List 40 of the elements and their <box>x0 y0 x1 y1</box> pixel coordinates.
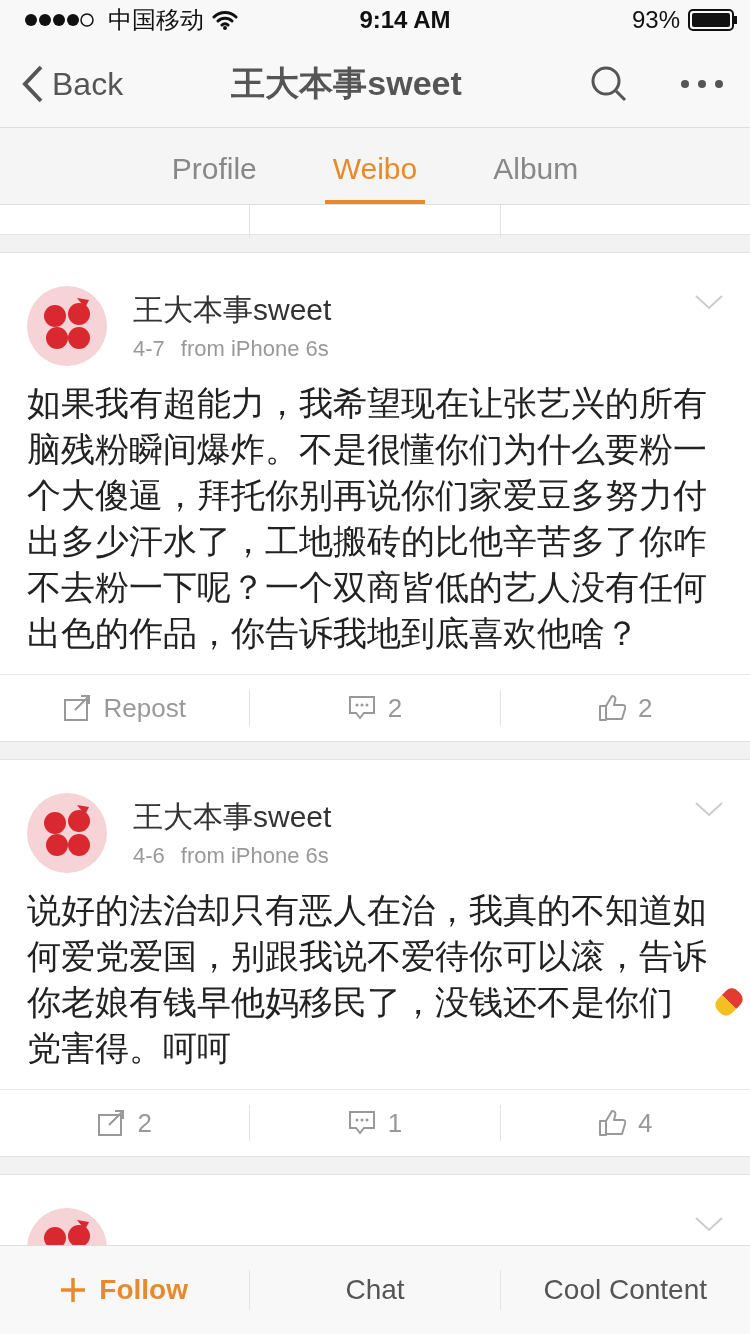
carrier-name: 中国移动 <box>108 5 204 35</box>
tab[interactable]: Album <box>485 134 587 204</box>
battery-percent: 93% <box>631 5 680 35</box>
action-button[interactable]: 2 <box>250 687 500 729</box>
more-icon[interactable] <box>680 78 724 89</box>
post-text: 党害得。呵呵 <box>27 1028 232 1069</box>
post-date: 4-6 <box>133 842 165 870</box>
comment-icon <box>347 694 376 722</box>
wifi-icon <box>212 10 238 30</box>
share-icon <box>63 694 92 722</box>
action-button[interactable]: 1 <box>250 1102 500 1144</box>
plus-icon <box>61 1278 86 1302</box>
search-icon[interactable] <box>590 64 628 103</box>
chevron-left-icon <box>22 64 44 103</box>
action-button[interactable]: 2 <box>0 1102 250 1144</box>
post-text: 说好的法治却只有恶人在治，我真的不知道如何爱党爱国，别跟我说不爱待你可以滚，告诉你老娘有钱早他妈移民了，没钱还不是你们 <box>27 890 708 1023</box>
chevron-down-icon[interactable] <box>694 294 724 310</box>
tab[interactable]: Profile <box>163 134 265 204</box>
page-title: 王大本事sweet <box>230 63 463 104</box>
share-icon <box>97 1109 126 1137</box>
post-source: from iPhone 6s <box>180 842 329 870</box>
bottom-tab[interactable]: Cool Content <box>500 1268 750 1312</box>
back-button[interactable]: Back <box>22 59 124 108</box>
thumbs-up-icon <box>598 694 627 722</box>
action-button[interactable]: 2 <box>500 687 750 729</box>
chevron-down-icon[interactable] <box>694 801 724 817</box>
author-name: 王大本事sweet <box>133 293 332 326</box>
post-text: 如果我有超能力，我希望现在让张艺兴的所有脑残粉瞬间爆炸。不是很懂你们为什么要粉一个大傻逼，拜托你别再说你们家爱豆多努力付出多少汗水了，工地搬砖的比他辛苦多了你咋不去粉一下呢？一个双商皆低的艺人没有任何出色的作品，你告诉我地到底喜欢他啥？ <box>27 383 708 654</box>
action-button[interactable]: Repost <box>0 687 250 729</box>
chevron-down-icon[interactable] <box>694 1216 724 1232</box>
battery-icon <box>688 9 738 31</box>
post-source: from iPhone 6s <box>180 335 329 363</box>
follow-button[interactable]: Follow <box>0 1268 250 1312</box>
comment-icon <box>347 1109 376 1137</box>
thumbs-up-icon <box>598 1109 627 1137</box>
post-date: 4-7 <box>133 335 165 363</box>
bottom-tab[interactable]: Chat <box>250 1268 500 1312</box>
status-time: 9:14 AM <box>359 5 451 35</box>
author-name: 王大本事sweet <box>133 800 332 833</box>
action-button[interactable]: 4 <box>500 1102 750 1144</box>
